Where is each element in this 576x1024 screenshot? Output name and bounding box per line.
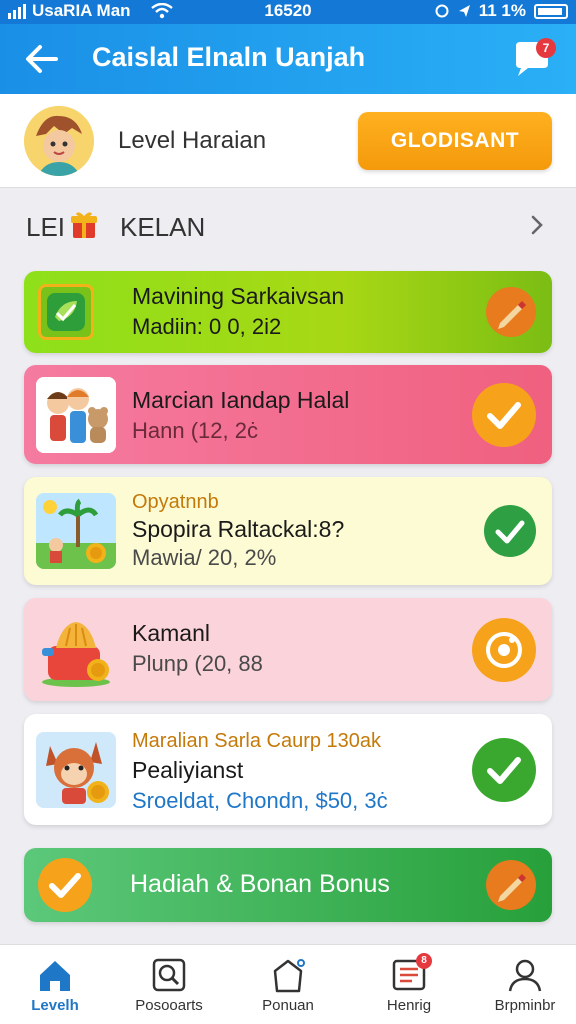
search-icon (152, 958, 186, 992)
task-title: Spopira Raltackal:8? (132, 516, 345, 542)
task-subtitle: Sroeldat, Chondn, $50, 3ċ (132, 788, 388, 813)
user-icon (508, 959, 542, 992)
app-header: Caislal Elnaln Uanjah 7 (0, 24, 576, 94)
level-label: Level Haraian (118, 127, 267, 154)
nav-item-profile[interactable]: Brpminbr (470, 957, 576, 1014)
battery-percent: 11 1% (478, 1, 526, 20)
section-header[interactable]: LEI KELAN (26, 206, 550, 246)
task-thumbnail (36, 493, 116, 569)
task-title: Pealiyianst (132, 757, 244, 783)
task-subtitle: Hann (12, 2ċ (132, 418, 258, 443)
nav-badge: 8 (416, 953, 432, 969)
task-subtitle: Mawia/ 20, 2% (132, 545, 277, 570)
leaf-check-icon (47, 293, 85, 331)
status-bar: UsaRIA Man 16520 11 1% (0, 0, 576, 24)
bonus-label: Hadiah & Bonan Bonus (130, 870, 390, 898)
task-subtitle: Plunp (20, 88 (132, 651, 263, 676)
food-pot-icon (42, 621, 110, 687)
level-row: Level Haraian GLODISANT (0, 94, 576, 188)
section-prefix: LEI (26, 212, 66, 242)
chevron-right-icon[interactable] (524, 212, 550, 238)
back-arrow-icon[interactable] (22, 41, 62, 77)
task-card-4[interactable]: Kamanl Plunp (20, 88 (24, 598, 552, 701)
chat-button[interactable]: 7 (512, 38, 556, 80)
nav-item-henrig[interactable]: 8 Henrig (354, 953, 464, 1014)
task-subtitle: Madiin: 0 0, 2i2 (132, 314, 282, 339)
task-thumbnail (36, 612, 116, 688)
task-card-3[interactable]: Opyatnnb Spopira Raltackal:8? Mawia/ 20,… (24, 477, 552, 585)
nav-label: Posooarts (135, 997, 203, 1014)
battery-icon (534, 3, 568, 19)
pencil-icon[interactable] (486, 287, 536, 337)
bottom-nav: Levelh Posooarts Ponuan 8 Henrig Brpminb… (0, 944, 576, 1024)
alarm-icon (435, 4, 449, 18)
island-illustration-icon (36, 493, 116, 569)
home-icon (40, 961, 70, 991)
record-icon[interactable] (472, 617, 536, 682)
task-thumbnail (38, 284, 94, 340)
section-title: KELAN (120, 212, 206, 242)
bonus-card[interactable]: Hadiah & Bonan Bonus (24, 848, 552, 922)
task-title: Mavining Sarkaivsan (132, 283, 345, 309)
check-badge-icon (38, 858, 92, 912)
nav-label: Henrig (386, 997, 432, 1014)
task-title: Marcian Iandap Halal (132, 387, 350, 413)
page-title: Caislal Elnaln Uanjah (92, 42, 366, 72)
chat-badge: 7 (536, 38, 556, 58)
task-card-2[interactable]: Marcian Iandap Halal Hann (12, 2ċ (24, 365, 552, 464)
fox-character-icon (36, 731, 116, 808)
task-thumbnail (36, 731, 116, 808)
task-thumbnail (36, 376, 116, 453)
gold-button[interactable]: GLODISANT (358, 112, 552, 170)
gift-icon (71, 212, 97, 238)
check-icon[interactable] (484, 505, 536, 557)
bag-icon (273, 959, 305, 993)
family-illustration-icon (36, 376, 116, 453)
task-tag: Opyatnnb (132, 491, 219, 513)
nav-item-ponuan[interactable]: Ponuan (233, 957, 343, 1014)
nav-label: Ponuan (262, 997, 314, 1014)
task-tag: Maralian Sarla Caurp 130ak (132, 730, 382, 752)
task-card-1[interactable]: Mavining Sarkaivsan Madiin: 0 0, 2i2 (24, 271, 552, 353)
location-icon (458, 5, 470, 17)
character-icon (24, 106, 94, 176)
task-card-5[interactable]: Maralian Sarla Caurp 130ak Pealiyianst S… (24, 714, 552, 825)
avatar[interactable] (24, 106, 94, 176)
nav-item-posts[interactable]: Posooarts (114, 957, 224, 1014)
check-icon[interactable] (472, 737, 536, 802)
task-title: Kamanl (132, 620, 210, 646)
check-icon[interactable] (472, 382, 536, 447)
nav-label: Brpminbr (494, 997, 556, 1014)
nav-label: Levelh (31, 997, 79, 1014)
nav-item-level[interactable]: Levelh (0, 957, 110, 1014)
pencil-icon[interactable] (486, 860, 536, 910)
